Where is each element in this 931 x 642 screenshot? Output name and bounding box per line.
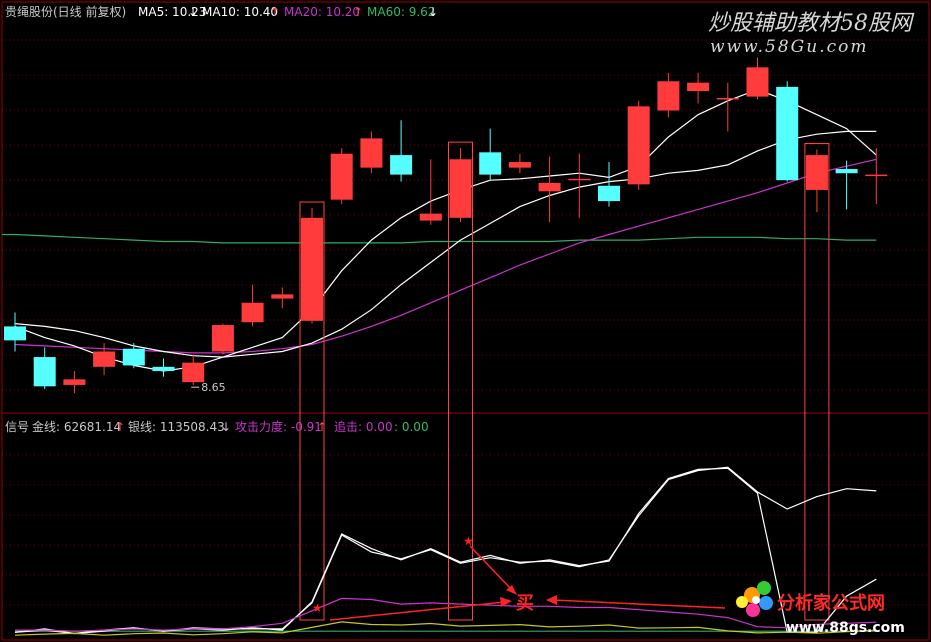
candle-body: [449, 159, 472, 218]
stock-title: 贵绳股份(日线 前复权): [5, 4, 126, 19]
candle-body: [776, 86, 799, 181]
candle-body: [63, 379, 86, 385]
candle-body: [182, 362, 205, 383]
star-marker-2: ★: [463, 534, 474, 548]
chase-value: : 0.00: [394, 420, 429, 434]
flower-logo-icon: [736, 581, 773, 617]
candle-body: [271, 294, 294, 299]
candle-body: [805, 155, 828, 190]
candle-body: [835, 169, 858, 174]
candle-body: [390, 155, 413, 175]
candle-body: [479, 152, 502, 175]
attack-label: 攻击力度: -0.91: [235, 419, 322, 434]
candle-18: [538, 156, 561, 222]
gold-line-arrow: ↑: [115, 420, 125, 434]
candle-5: [152, 358, 175, 377]
moving-average-lines: [2, 88, 877, 372]
candle-body: [152, 366, 175, 371]
ma5-line: [14, 88, 877, 372]
silver-line-label: 银线: 113508.43: [128, 420, 225, 434]
signal-boxes: [299, 141, 830, 621]
candle-7: [211, 323, 234, 355]
silver-line-arrow: ↓: [221, 420, 231, 434]
low-price-label: 8.65: [201, 381, 226, 394]
candle-12: [360, 131, 383, 174]
kline-chart: 8.65 贵绳股份(日线 前复权) MA5: 10.23 ↓ MA10: 10.…: [1, 1, 930, 641]
gold-line-label: 金线: 62681.14: [32, 419, 121, 434]
chase-label: 追击: 0.00: [334, 419, 393, 434]
watermark-title: 炒股辅助教材58股网: [708, 11, 915, 36]
candle-body: [211, 325, 234, 352]
candlesticks: [4, 57, 888, 394]
candle-body: [241, 302, 264, 323]
candle-body: [568, 178, 591, 181]
candle-17: [508, 153, 531, 174]
candle-body: [360, 138, 383, 168]
signal-box-2: [804, 143, 830, 621]
candle-13: [390, 120, 413, 182]
candle-body: [301, 217, 323, 321]
ma10-label: MA10: 10.40: [202, 5, 278, 19]
ma20-arrow: ↑: [353, 5, 363, 19]
site-logo: 分析家公式网 www.88gs.com: [736, 581, 905, 636]
candle-body: [657, 81, 680, 111]
star-marker-1: ★: [312, 601, 323, 615]
candle-body: [122, 348, 145, 366]
watermark: 炒股辅助教材58股网 www.58Gu.com: [708, 11, 915, 57]
candle-24: [716, 82, 739, 132]
candle-16: [479, 128, 502, 181]
buy-annotation: 买 ★ ★: [312, 534, 726, 621]
candle-20: [598, 162, 620, 207]
candle-11: [330, 148, 353, 204]
candle-27: [805, 149, 828, 213]
ma20-line: [14, 158, 877, 354]
candle-body: [33, 357, 56, 387]
candle-15: [449, 148, 472, 222]
ma10-line: [14, 130, 877, 358]
candle-0: [4, 312, 26, 352]
candle-1: [33, 347, 56, 390]
low-price-marker: 8.65: [191, 381, 226, 394]
ma20-label: MA20: 10.20: [284, 5, 360, 19]
candle-body: [330, 153, 353, 200]
ma10-arrow: ↑: [270, 5, 280, 19]
candle-body: [538, 182, 561, 192]
watermark-url: www.58Gu.com: [710, 37, 868, 57]
indicator-legend: 信号 金线: 62681.14 ↑ 银线: 113508.43 ↓ 攻击力度: …: [5, 419, 429, 434]
candle-body: [4, 326, 26, 341]
main-legend: 贵绳股份(日线 前复权) MA5: 10.23 ↓ MA10: 10.40 ↑ …: [5, 4, 438, 19]
ma60-label: MA60: 9.62: [367, 5, 435, 19]
candle-body: [865, 174, 888, 177]
candle-body: [746, 67, 769, 97]
candle-22: [657, 72, 680, 118]
candle-10: [301, 208, 323, 324]
attack-arrow: ↑: [317, 420, 327, 434]
candle-9: [271, 287, 294, 309]
ma60-arrow: ↓: [428, 5, 438, 19]
candle-8: [241, 284, 264, 327]
candle-body: [508, 162, 531, 168]
buy-label: 买: [516, 593, 534, 614]
ma60-line: [2, 233, 877, 244]
candle-26: [776, 81, 799, 182]
candle-body: [419, 213, 442, 221]
candle-29: [865, 148, 888, 204]
logo-url: www.88gs.com: [786, 620, 905, 636]
indicator-name: 信号: [5, 420, 29, 434]
candle-25: [746, 57, 769, 100]
candle-14: [419, 159, 442, 225]
candle-21: [627, 100, 650, 190]
ma5-arrow: ↓: [188, 5, 198, 19]
candle-body: [687, 82, 710, 92]
candle-23: [687, 72, 710, 104]
candle-body: [627, 106, 650, 185]
logo-name: 分析家公式网: [777, 592, 885, 614]
candle-body: [598, 185, 620, 202]
candle-body: [716, 98, 739, 100]
candle-body: [93, 351, 116, 367]
